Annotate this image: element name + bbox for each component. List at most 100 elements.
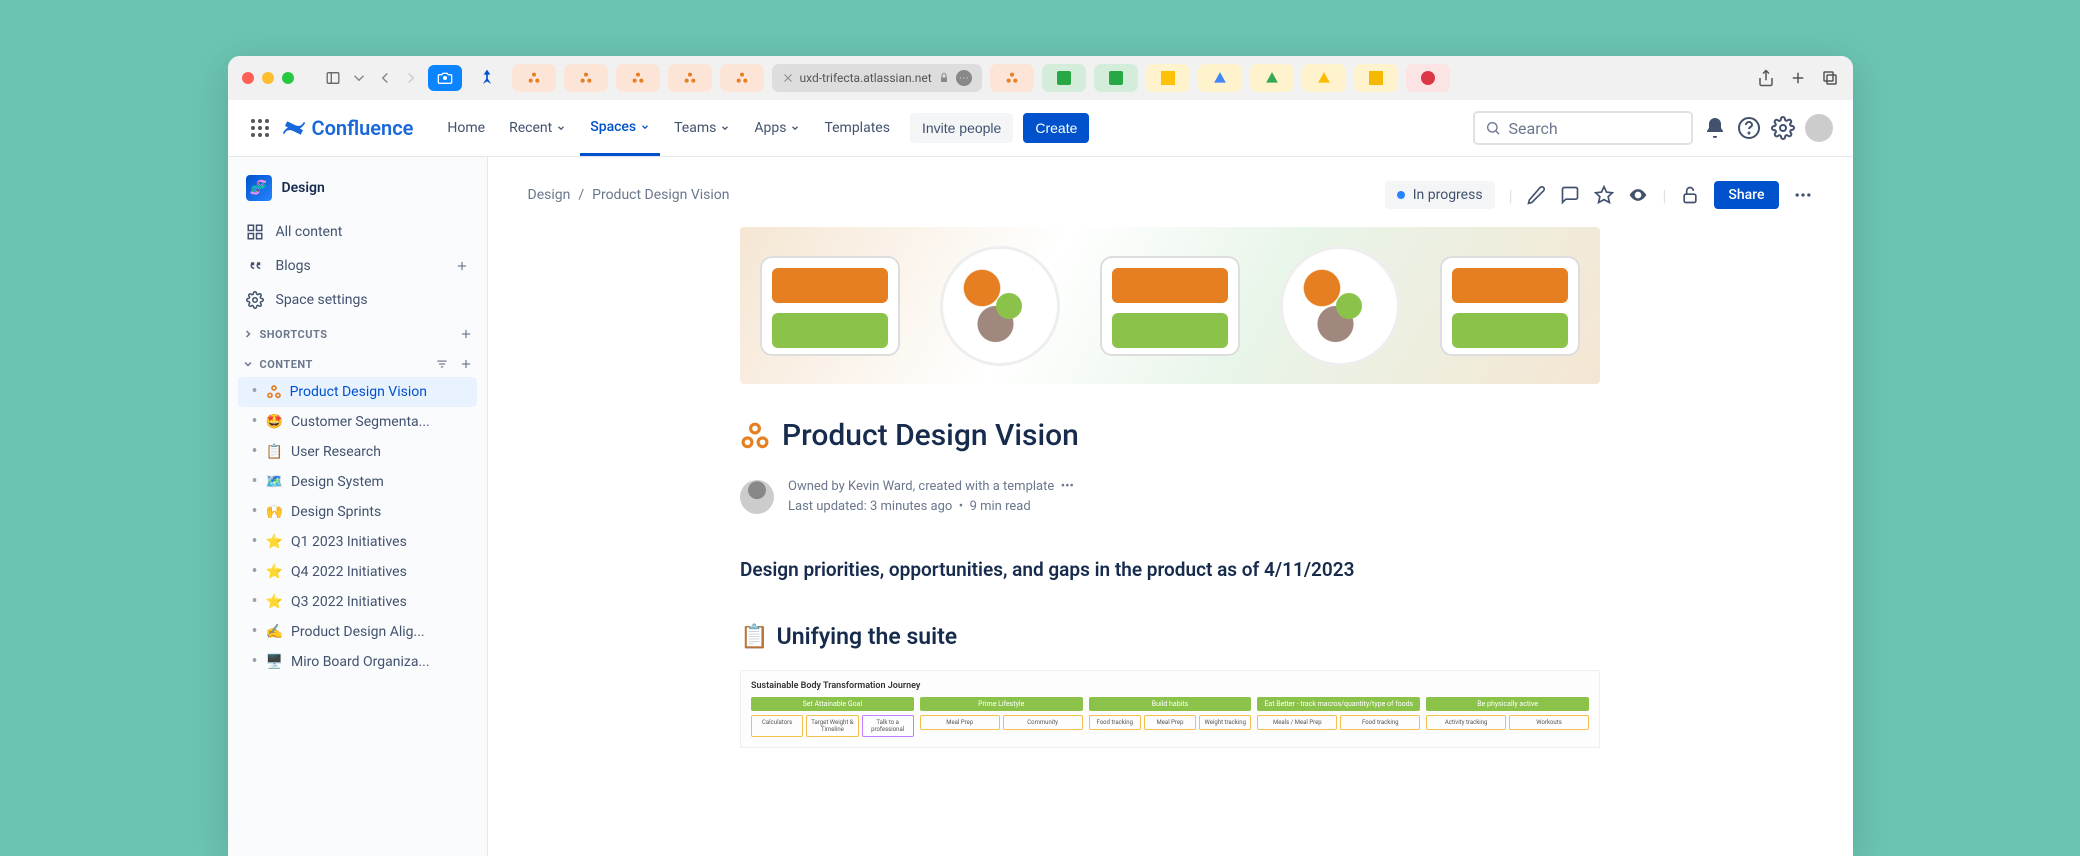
minimize-window[interactable] bbox=[262, 72, 274, 84]
breadcrumb-link[interactable]: Product Design Vision bbox=[592, 187, 729, 203]
page-content: Design / Product Design Vision In progre… bbox=[488, 157, 1853, 856]
tab-14[interactable] bbox=[1406, 64, 1450, 92]
nav-link-spaces[interactable]: Spaces bbox=[580, 101, 660, 156]
status-dot-icon bbox=[1397, 191, 1405, 199]
close-tab-icon[interactable] bbox=[782, 72, 794, 84]
diagram-chip: Meals / Meal Prep bbox=[1257, 715, 1337, 730]
search-input[interactable]: Search bbox=[1473, 111, 1693, 145]
sidebar-item-blogs[interactable]: Blogs bbox=[228, 249, 487, 283]
lane-header: Set Attainable Goal bbox=[751, 697, 914, 711]
notifications-icon[interactable] bbox=[1703, 116, 1727, 140]
hero-image bbox=[740, 227, 1600, 384]
chevron-down-icon bbox=[242, 358, 254, 370]
diagram-lane: Set Attainable GoalCalculatorsTarget Wei… bbox=[751, 697, 914, 737]
page-actions: In progress | | Share bbox=[1385, 181, 1813, 209]
star-icon[interactable] bbox=[1594, 185, 1614, 205]
camera-extension-icon[interactable] bbox=[428, 65, 462, 91]
heading-emoji: 📋 bbox=[740, 623, 769, 650]
tab-13[interactable] bbox=[1354, 64, 1398, 92]
diagram-chip: Activity tracking bbox=[1426, 715, 1506, 730]
tab-10[interactable] bbox=[1198, 64, 1242, 92]
app-switcher-icon[interactable] bbox=[248, 116, 272, 140]
new-tab-icon[interactable] bbox=[1789, 69, 1807, 87]
tab-6[interactable] bbox=[990, 64, 1034, 92]
tree-item[interactable]: •🗺️Design System bbox=[228, 467, 487, 497]
edit-icon[interactable] bbox=[1526, 185, 1546, 205]
url-text: uxd-trifecta.atlassian.net bbox=[800, 71, 932, 85]
tabs-overview-icon[interactable] bbox=[1821, 69, 1839, 87]
tree-item[interactable]: •🤩Customer Segmenta... bbox=[228, 407, 487, 437]
more-actions-icon[interactable] bbox=[1793, 185, 1813, 205]
search-icon bbox=[1485, 120, 1501, 136]
nav-link-templates[interactable]: Templates bbox=[814, 101, 900, 156]
status-text: In progress bbox=[1413, 187, 1483, 203]
restrictions-icon[interactable] bbox=[1680, 185, 1700, 205]
breadcrumb-link[interactable]: Design bbox=[528, 187, 571, 203]
tree-item[interactable]: •⭐Q4 2022 Initiatives bbox=[228, 557, 487, 587]
tab-4[interactable] bbox=[668, 64, 712, 92]
owned-by-text: Owned by Kevin Ward, created with a temp… bbox=[788, 479, 1054, 494]
status-badge[interactable]: In progress bbox=[1385, 181, 1495, 209]
section-subtitle: Design priorities, opportunities, and ga… bbox=[740, 558, 1600, 581]
traffic-lights bbox=[242, 72, 294, 84]
profile-avatar[interactable] bbox=[1805, 114, 1833, 142]
tree-item[interactable]: •📋User Research bbox=[228, 437, 487, 467]
sidebar-item-all-content[interactable]: All content bbox=[228, 215, 487, 249]
tree-item[interactable]: •✍️Product Design Alig... bbox=[228, 617, 487, 647]
filter-icon[interactable] bbox=[435, 357, 449, 371]
shortcuts-section-header[interactable]: SHORTCUTS bbox=[228, 317, 487, 347]
chevron-down-icon[interactable] bbox=[350, 69, 368, 87]
tab-2[interactable] bbox=[564, 64, 608, 92]
journey-diagram: Sustainable Body Transformation Journey … bbox=[740, 670, 1600, 748]
tab-1[interactable] bbox=[512, 64, 556, 92]
tab-5[interactable] bbox=[720, 64, 764, 92]
help-icon[interactable] bbox=[1737, 116, 1761, 140]
jira-extension-icon[interactable] bbox=[470, 65, 504, 91]
back-icon[interactable] bbox=[376, 69, 394, 87]
maximize-window[interactable] bbox=[282, 72, 294, 84]
invite-people-button[interactable]: Invite people bbox=[910, 113, 1013, 143]
tab-11[interactable] bbox=[1250, 64, 1294, 92]
create-button[interactable]: Create bbox=[1023, 113, 1089, 143]
address-bar[interactable]: uxd-trifecta.atlassian.net ⋯ bbox=[772, 64, 982, 92]
tab-7[interactable] bbox=[1042, 64, 1086, 92]
tab-12[interactable] bbox=[1302, 64, 1346, 92]
diagram-chip: Food tracking bbox=[1340, 715, 1420, 730]
tab-3[interactable] bbox=[616, 64, 660, 92]
close-window[interactable] bbox=[242, 72, 254, 84]
settings-icon[interactable] bbox=[1771, 116, 1795, 140]
add-shortcut-icon[interactable] bbox=[459, 327, 473, 341]
tree-item[interactable]: •🖥️Miro Board Organiza... bbox=[228, 647, 487, 677]
byline-more-icon[interactable]: ••• bbox=[1061, 479, 1074, 494]
forward-icon[interactable] bbox=[402, 69, 420, 87]
confluence-logo[interactable]: Confluence bbox=[282, 116, 414, 140]
tree-item[interactable]: •🙌Design Sprints bbox=[228, 497, 487, 527]
diagram-chip: Meal Prep bbox=[1144, 715, 1196, 730]
nav-link-home[interactable]: Home bbox=[437, 101, 495, 156]
nav-link-teams[interactable]: Teams bbox=[664, 101, 740, 156]
top-nav: Confluence HomeRecentSpacesTeamsAppsTemp… bbox=[228, 100, 1853, 157]
tree-item[interactable]: •⭐Q1 2023 Initiatives bbox=[228, 527, 487, 557]
tab-9[interactable] bbox=[1146, 64, 1190, 92]
confluence-icon bbox=[282, 116, 306, 140]
tree-item[interactable]: •Product Design Vision bbox=[238, 377, 477, 407]
add-page-icon[interactable] bbox=[459, 357, 473, 371]
comment-icon[interactable] bbox=[1560, 185, 1580, 205]
sidebar-item-space-settings[interactable]: Space settings bbox=[228, 283, 487, 317]
content-section-header[interactable]: CONTENT bbox=[228, 347, 487, 377]
tab-8[interactable] bbox=[1094, 64, 1138, 92]
nav-link-apps[interactable]: Apps bbox=[744, 101, 810, 156]
space-header[interactable]: 🧬 Design bbox=[228, 169, 487, 215]
share-icon[interactable] bbox=[1757, 69, 1775, 87]
diagram-chip: Calculators bbox=[751, 715, 803, 737]
lane-header: Build habits bbox=[1089, 697, 1252, 711]
more-icon[interactable]: ⋯ bbox=[956, 70, 972, 86]
space-name: Design bbox=[282, 180, 325, 196]
sidebar-toggle-icon[interactable] bbox=[324, 71, 342, 85]
product-name: Confluence bbox=[312, 116, 414, 140]
nav-link-recent[interactable]: Recent bbox=[499, 101, 576, 156]
tree-item[interactable]: •⭐Q3 2022 Initiatives bbox=[228, 587, 487, 617]
watch-icon[interactable] bbox=[1628, 185, 1648, 205]
author-avatar[interactable] bbox=[740, 480, 774, 514]
share-button[interactable]: Share bbox=[1714, 181, 1778, 209]
